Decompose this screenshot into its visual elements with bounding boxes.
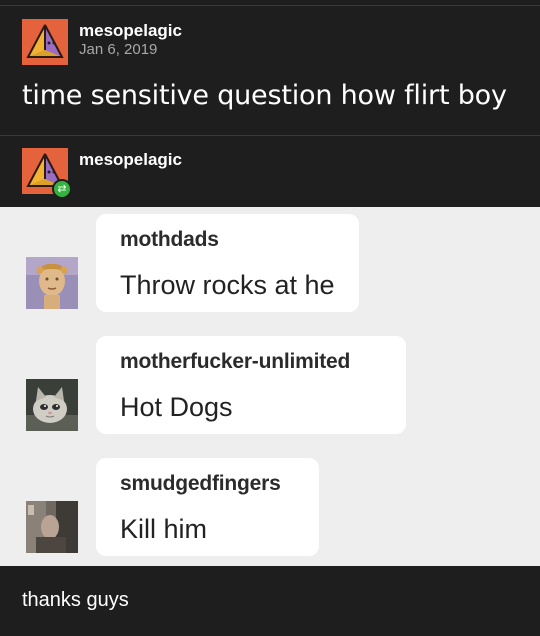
statue-avatar-image bbox=[26, 257, 78, 309]
section-divider bbox=[0, 135, 540, 136]
reply-bubble: mothdads Throw rocks at he bbox=[96, 214, 359, 312]
reply-bubble: smudgedfingers Kill him bbox=[96, 458, 319, 556]
reblog-icon: ⇄ bbox=[52, 179, 72, 199]
post-author[interactable]: mesopelagic bbox=[79, 21, 182, 41]
statue-avatar[interactable] bbox=[26, 257, 78, 309]
footer-text: thanks guys bbox=[22, 589, 129, 611]
cat-avatar-image bbox=[26, 379, 78, 431]
photo-avatar-image bbox=[26, 501, 78, 553]
replies-section: mothdads Throw rocks at he motherfucker-… bbox=[0, 207, 540, 566]
reply-username[interactable]: motherfucker-unlimited bbox=[120, 350, 350, 374]
pyramid-icon bbox=[22, 19, 68, 65]
post-text: time sensitive question how flirt boy bbox=[22, 80, 507, 111]
reply-username[interactable]: mothdads bbox=[120, 228, 219, 252]
reply-text: Kill him bbox=[120, 514, 208, 544]
reply-text: Hot Dogs bbox=[120, 392, 233, 422]
cat-avatar[interactable] bbox=[26, 379, 78, 431]
original-post: mesopelagic Jan 6, 2019 time sensitive q… bbox=[0, 0, 540, 136]
blog-avatar[interactable] bbox=[22, 19, 68, 65]
reply-bubble: motherfucker-unlimited Hot Dogs bbox=[96, 336, 406, 434]
photo-avatar[interactable] bbox=[26, 501, 78, 553]
reblog-author[interactable]: mesopelagic bbox=[79, 150, 182, 170]
post-date: Jan 6, 2019 bbox=[79, 41, 158, 58]
reply-text: Throw rocks at he bbox=[120, 270, 335, 300]
reply-username[interactable]: smudgedfingers bbox=[120, 472, 281, 496]
